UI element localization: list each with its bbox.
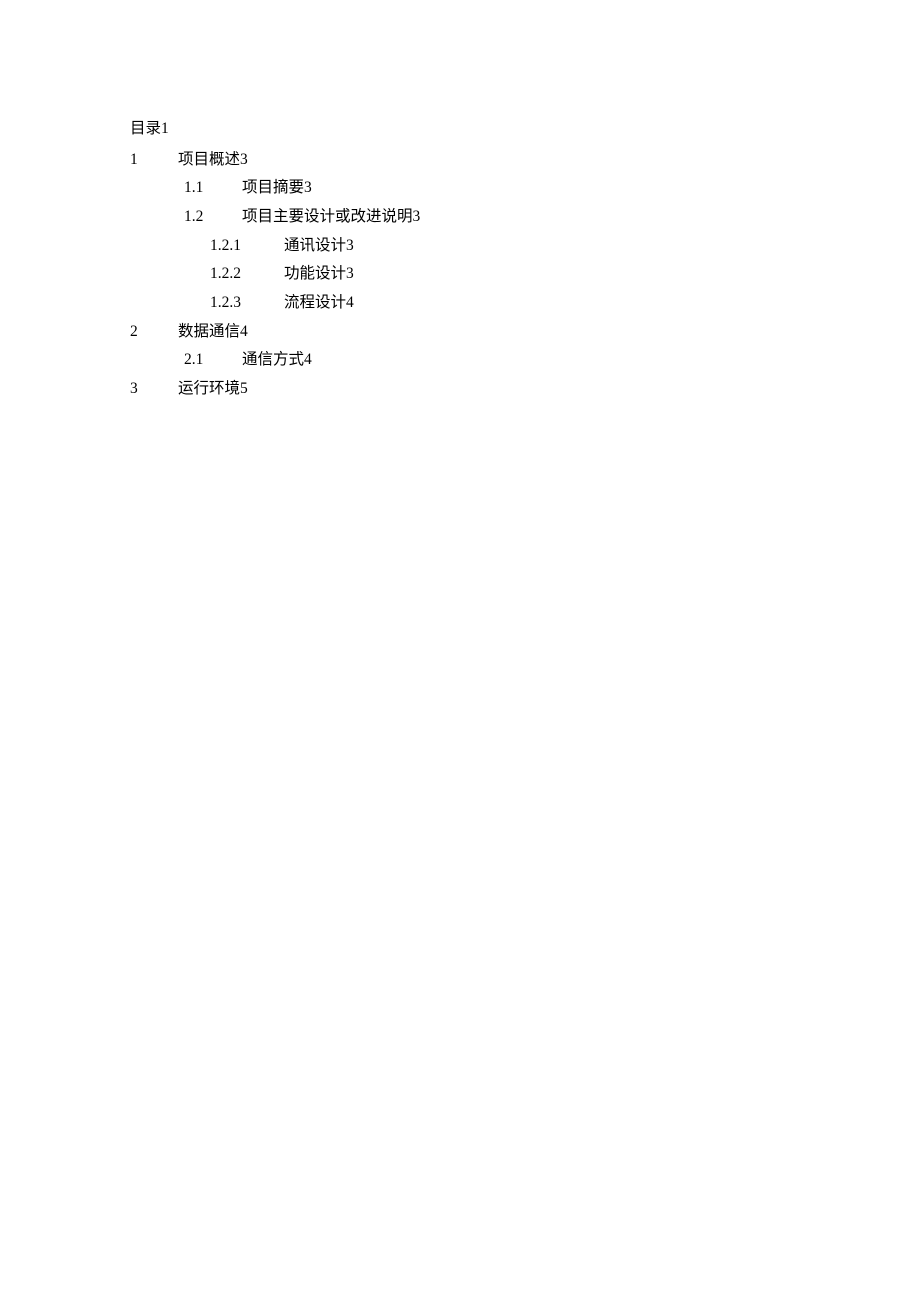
toc-entry-number: 1 <box>130 146 178 175</box>
toc-entry-number: 1.2.2 <box>210 260 284 289</box>
toc-entry-title: 项目主要设计或改进说明3 <box>242 208 420 225</box>
toc-entry-title: 流程设计4 <box>284 294 354 311</box>
toc-entry: 1.2.3流程设计4 <box>130 289 790 318</box>
toc-entry: 1.2.1通讯设计3 <box>130 232 790 261</box>
toc-entry-number: 1.1 <box>184 174 242 203</box>
toc-entry-title: 数据通信4 <box>178 323 248 340</box>
toc-entry: 3运行环境5 <box>130 375 790 404</box>
toc-entry-title: 功能设计3 <box>284 265 354 282</box>
toc-entry: 1.1项目摘要3 <box>130 174 790 203</box>
toc-entry: 2数据通信4 <box>130 318 790 347</box>
toc-entry-title: 通讯设计3 <box>284 237 354 254</box>
toc-entry-number: 2 <box>130 318 178 347</box>
toc-entry-number: 2.1 <box>184 346 242 375</box>
toc-entry-title: 项目概述3 <box>178 151 248 168</box>
toc-entry: 1.2.2功能设计3 <box>130 260 790 289</box>
toc-entry-title: 运行环境5 <box>178 380 248 397</box>
toc-title: 目录1 <box>130 115 790 144</box>
toc-entry-number: 1.2 <box>184 203 242 232</box>
toc-entry-title: 项目摘要3 <box>242 179 312 196</box>
toc-entry-title: 通信方式4 <box>242 351 312 368</box>
toc-entry-number: 1.2.3 <box>210 289 284 318</box>
toc-entry: 2.1通信方式4 <box>130 346 790 375</box>
toc-entry-number: 1.2.1 <box>210 232 284 261</box>
toc-entry: 1项目概述3 <box>130 146 790 175</box>
toc-entry: 1.2项目主要设计或改进说明3 <box>130 203 790 232</box>
toc-entry-number: 3 <box>130 375 178 404</box>
